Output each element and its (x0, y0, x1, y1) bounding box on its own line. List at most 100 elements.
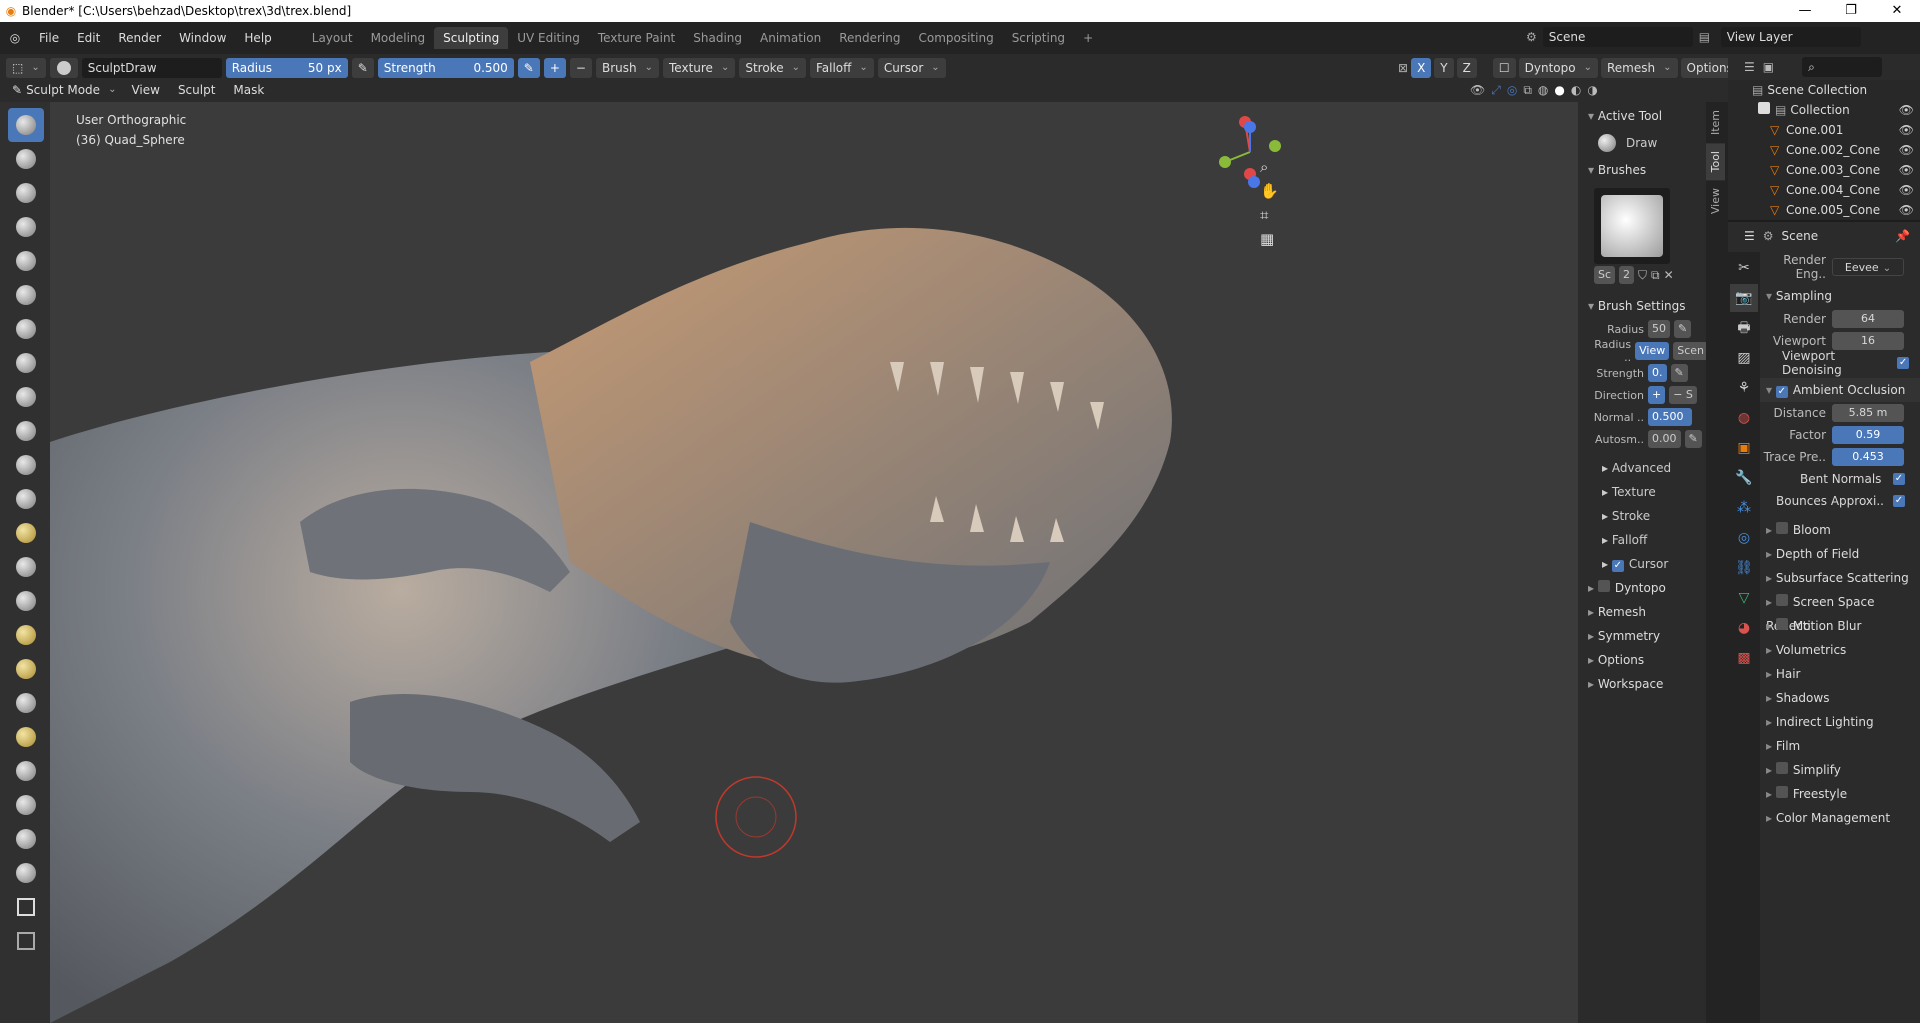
radius-pressure-button[interactable]: ✎ (1674, 320, 1692, 338)
tool-grab[interactable] (8, 550, 44, 584)
section-screen-space-reflecti[interactable]: Screen Space Reflecti (1760, 590, 1920, 633)
viewport-samples-field[interactable]: 16 (1832, 332, 1904, 350)
menu-file[interactable]: File (30, 31, 68, 45)
view-layer-selector[interactable]: View Layer (1720, 27, 1861, 47)
falloff-menu[interactable]: Falloff (809, 58, 874, 78)
properties-editor-icon[interactable]: ☰ (1744, 229, 1755, 243)
radius-pressure-icon[interactable]: ✎ (351, 58, 374, 78)
unlink-brush-icon[interactable]: ✕ (1664, 268, 1674, 282)
tool-pose[interactable] (8, 652, 44, 686)
section-remesh[interactable]: Remesh (1578, 600, 1708, 624)
display-mode-icon[interactable]: ▣ (1763, 60, 1774, 74)
tool-clay[interactable] (8, 176, 44, 210)
bent-normals-checkbox[interactable]: ✓ (1893, 473, 1905, 485)
brush-settings-header[interactable]: Brush Settings (1578, 294, 1708, 318)
active-tool-header[interactable]: Active Tool (1578, 104, 1708, 128)
section-film[interactable]: Film (1760, 734, 1920, 758)
view-layer-tab-icon[interactable]: ▨ (1730, 344, 1758, 372)
direction-subtract[interactable]: − S (1669, 386, 1697, 404)
tab-compositing[interactable]: Compositing (909, 27, 1002, 49)
tool-flatten[interactable] (8, 414, 44, 448)
radius-field[interactable]: 50 (1648, 320, 1670, 338)
subpanel-falloff[interactable]: ▸ Falloff (1602, 528, 1708, 552)
tool-draw[interactable] (8, 108, 44, 142)
close-button[interactable]: ✕ (1874, 0, 1920, 22)
scene-tab-icon[interactable]: ⚘ (1730, 374, 1758, 402)
tool-inflate[interactable] (8, 278, 44, 312)
data-tab-icon[interactable]: ▽ (1730, 584, 1758, 612)
tool-crease[interactable] (8, 346, 44, 380)
zoom-icon[interactable]: ⌕ (1260, 158, 1279, 176)
symmetry-z-button[interactable]: Z (1456, 58, 1477, 78)
brushes-header[interactable]: Brushes (1578, 158, 1708, 182)
scene-collection-item[interactable]: ▤ Scene Collection (1728, 80, 1920, 100)
radius-unit-scene[interactable]: Scen (1673, 342, 1708, 360)
brush-menu[interactable]: Brush (595, 58, 660, 78)
section-hair[interactable]: Hair (1760, 662, 1920, 686)
shading-material-icon[interactable]: ◐ (1571, 83, 1581, 98)
shading-solid-icon[interactable]: ● (1554, 83, 1564, 98)
texture-tab-icon[interactable]: ▩ (1730, 644, 1758, 672)
object-tab-icon[interactable]: ▣ (1730, 434, 1758, 462)
direction-add[interactable]: + (1648, 386, 1666, 404)
tab-animation[interactable]: Animation (751, 27, 830, 49)
ao-factor-field[interactable]: 0.59 (1832, 426, 1904, 444)
eye-icon[interactable]: 👁 (1899, 140, 1914, 160)
collection-item[interactable]: ▤ Collection 👁 (1728, 100, 1920, 120)
ao-trace-field[interactable]: 0.453 (1832, 448, 1904, 466)
tab-texture-paint[interactable]: Texture Paint (589, 27, 684, 49)
tool-blob[interactable] (8, 312, 44, 346)
particles-tab-icon[interactable]: ⁂ (1730, 494, 1758, 522)
shading-rendered-icon[interactable]: ◑ (1587, 83, 1597, 98)
subpanel-advanced[interactable]: ▸ Advanced (1602, 456, 1708, 480)
shading-wireframe-icon[interactable]: ◍ (1538, 83, 1548, 98)
collection-checkbox[interactable] (1758, 102, 1770, 114)
section-checkbox[interactable] (1775, 786, 1788, 798)
menu-window[interactable]: Window (170, 31, 235, 45)
eye-icon[interactable]: 👁 (1899, 200, 1914, 220)
section-symmetry[interactable]: Symmetry (1578, 624, 1708, 648)
section-workspace[interactable]: Workspace (1578, 672, 1708, 696)
tab-scripting[interactable]: Scripting (1003, 27, 1074, 49)
bounces-checkbox[interactable]: ✓ (1893, 495, 1905, 507)
tool-simplify[interactable] (8, 754, 44, 788)
tab-item[interactable]: Item (1706, 102, 1725, 143)
duplicate-brush-icon[interactable]: ⧉ (1651, 268, 1660, 283)
world-tab-icon[interactable]: ◍ (1730, 404, 1758, 432)
ambient-occlusion-header[interactable]: ✓Ambient Occlusion (1760, 378, 1920, 402)
viewport-denoising-checkbox[interactable]: ✓ (1897, 357, 1909, 369)
tab-sculpting[interactable]: Sculpting (434, 27, 509, 49)
tool-clay-strips[interactable] (8, 210, 44, 244)
editor-type-button[interactable]: ⬚ (6, 58, 46, 78)
section-checkbox[interactable] (1775, 522, 1788, 534)
tool-snake-hook[interactable] (8, 584, 44, 618)
normal-radius-field[interactable]: 0.500 (1648, 408, 1692, 426)
sampling-header[interactable]: Sampling (1760, 284, 1920, 308)
section-checkbox[interactable] (1775, 618, 1788, 630)
minimize-button[interactable]: — (1782, 0, 1828, 22)
outliner-item[interactable]: ▽ Cone.005_Cone 👁 (1728, 200, 1920, 220)
outliner-item[interactable]: ▽ Cone.002_Cone 👁 (1728, 140, 1920, 160)
brush-slot-field[interactable]: Sc (1594, 266, 1616, 284)
strength-pressure-button[interactable]: ✎ (1670, 364, 1688, 382)
section-depth-of-field[interactable]: Depth of Field (1760, 542, 1920, 566)
overlay-toggle-icon[interactable]: ◎ (1507, 83, 1517, 98)
subpanel-texture[interactable]: ▸ Texture (1602, 480, 1708, 504)
brush-thumbnail[interactable] (1594, 188, 1670, 264)
menu-mask[interactable]: Mask (224, 83, 273, 97)
output-properties-tab-icon[interactable]: 🖶 (1730, 314, 1758, 342)
render-properties-tab-icon[interactable]: 📷 (1730, 284, 1758, 312)
cursor-menu[interactable]: Cursor (877, 58, 946, 78)
tool-box-hide[interactable] (8, 924, 44, 958)
outliner-editor-icon[interactable]: ☰ (1744, 60, 1755, 74)
autosmooth-field[interactable]: 0.00 (1648, 430, 1681, 448)
render-engine-select[interactable]: Eevee (1832, 258, 1904, 276)
section-shadows[interactable]: Shadows (1760, 686, 1920, 710)
section-volumetrics[interactable]: Volumetrics (1760, 638, 1920, 662)
menu-render[interactable]: Render (109, 31, 170, 45)
radius-unit-view[interactable]: View (1635, 342, 1670, 360)
menu-view[interactable]: View (122, 83, 168, 97)
direction-subtract-button[interactable]: − (569, 58, 592, 78)
direction-add-button[interactable]: + (543, 58, 566, 78)
texture-menu[interactable]: Texture (663, 58, 736, 78)
